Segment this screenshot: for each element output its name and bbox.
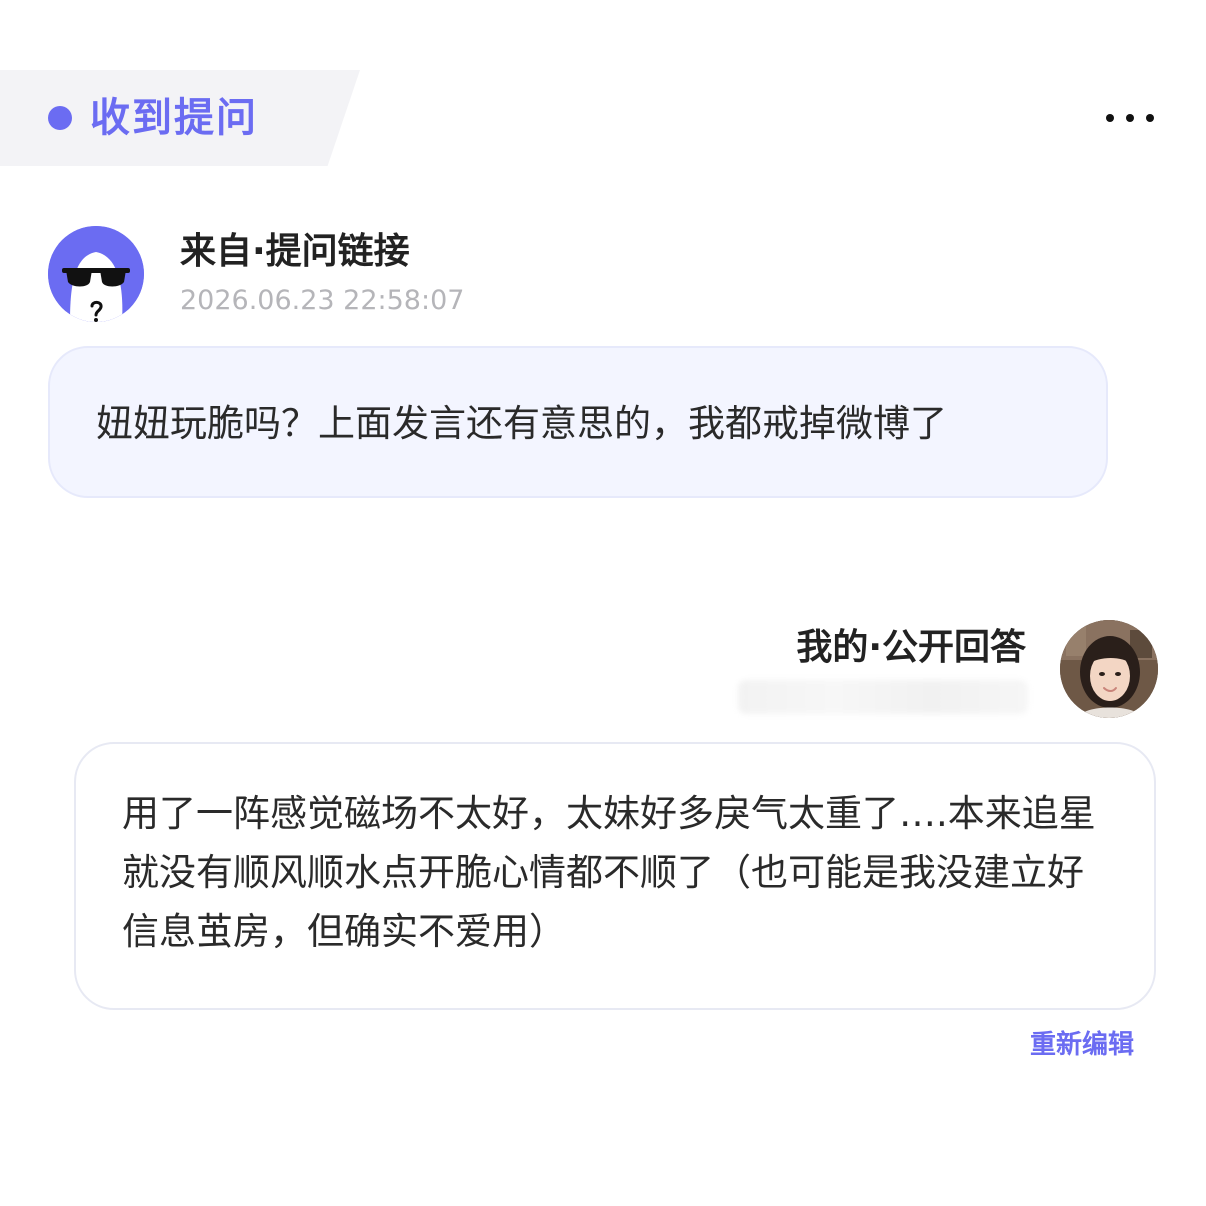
dot: [1126, 114, 1134, 122]
answer-bubble: 用了一阵感觉磁场不太好，太妹好多戾气太重了….本来追星就没有顺风顺水点开脆心情都…: [74, 742, 1156, 1010]
answer-text: 用了一阵感觉磁场不太好，太妹好多戾气太重了….本来追星就没有顺风顺水点开脆心情都…: [122, 792, 1096, 953]
more-options-icon[interactable]: [1106, 100, 1154, 136]
page-title: 收到提问: [90, 95, 258, 141]
question-timestamp: 2026.06.23 22:58:07: [180, 285, 465, 316]
question-bubble: 妞妞玩脆吗？上面发言还有意思的，我都戒掉微博了: [48, 346, 1108, 498]
question-text: 妞妞玩脆吗？上面发言还有意思的，我都戒掉微博了: [96, 402, 947, 445]
qa-card-page: 收到提问 来自·提问链接 2026.06.23 22:58:07 妞妞玩脆吗？上…: [0, 0, 1206, 1206]
user-avatar-icon[interactable]: [1060, 620, 1158, 718]
reedit-button[interactable]: 重新编辑: [1030, 1026, 1134, 1064]
question-source-label: 来自·提问链接: [180, 231, 410, 272]
status-dot-icon: [48, 106, 72, 130]
answer-label: 我的·公开回答: [796, 627, 1026, 668]
dot: [1146, 114, 1154, 122]
blurred-answer-timestamp: [738, 680, 1028, 714]
anonymous-avatar-icon: [48, 226, 144, 322]
dot: [1106, 114, 1114, 122]
